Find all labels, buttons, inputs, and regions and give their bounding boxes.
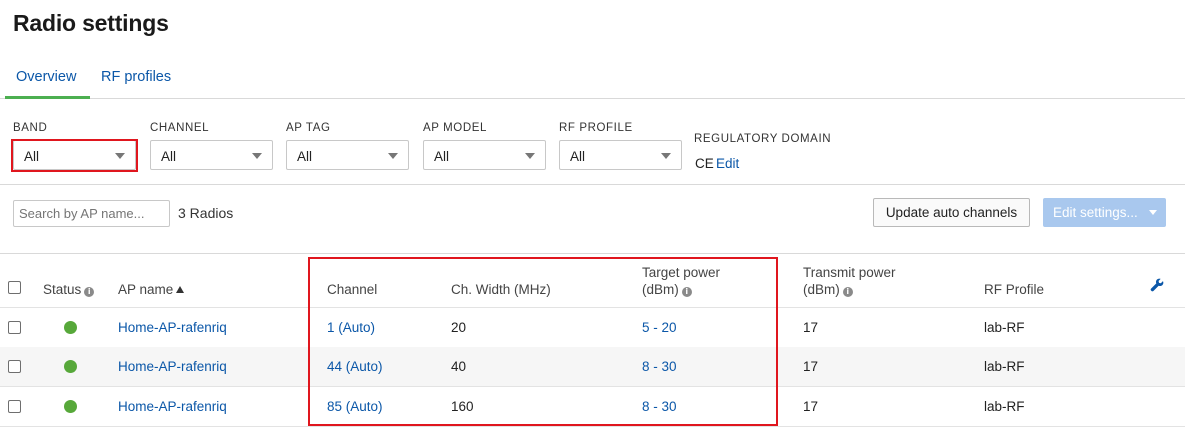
page-title: Radio settings — [13, 10, 169, 36]
ap-name-link[interactable]: Home-AP-rafenriq — [118, 359, 227, 374]
column-header-target-power-label: Target power — [642, 265, 721, 280]
table-top-divider — [0, 253, 1185, 254]
channel-filter-label: CHANNEL — [150, 122, 210, 134]
band-filter-label: BAND — [13, 122, 48, 134]
radio-count: 3 Radios — [178, 205, 234, 221]
transmit-power-value: 17 — [803, 359, 819, 374]
ap-name-link[interactable]: Home-AP-rafenriq — [118, 399, 227, 414]
chevron-down-icon — [1149, 210, 1157, 215]
channel-select-value: All — [161, 149, 177, 164]
update-auto-channels-button[interactable]: Update auto channels — [873, 198, 1030, 227]
column-header-rf-profile[interactable]: RF Profile — [984, 281, 1044, 298]
channel-link[interactable]: 44 (Auto) — [327, 359, 383, 374]
column-header-channel-width[interactable]: Ch. Width (MHz) — [451, 281, 551, 298]
tab-overview[interactable]: Overview — [16, 69, 76, 85]
band-select-value: All — [24, 149, 40, 164]
chevron-down-icon — [661, 153, 671, 159]
edit-settings-button[interactable]: Edit settings... — [1043, 198, 1166, 227]
rf-profile-value: lab-RF — [984, 399, 1025, 414]
channel-width-value: 160 — [451, 399, 474, 414]
target-power-link[interactable]: 8 - 30 — [642, 399, 677, 414]
row-checkbox[interactable] — [8, 321, 21, 334]
ap-tag-select-value: All — [297, 149, 313, 164]
band-select[interactable]: All — [13, 140, 136, 170]
column-header-target-power[interactable]: Target power (dBm) i — [642, 264, 720, 298]
regulatory-domain-edit-link[interactable]: Edit — [716, 156, 739, 171]
tab-bar: Overview RF profiles — [0, 60, 1185, 99]
column-header-transmit-power-unit: (dBm) — [803, 282, 840, 297]
regulatory-domain-value: CE — [695, 156, 714, 171]
ap-tag-filter-label: AP TAG — [286, 122, 331, 134]
transmit-power-value: 17 — [803, 320, 819, 335]
wrench-icon[interactable] — [1150, 278, 1164, 292]
search-input[interactable] — [13, 200, 170, 227]
channel-link[interactable]: 1 (Auto) — [327, 320, 375, 335]
active-tab-indicator — [5, 96, 90, 99]
chevron-down-icon — [252, 153, 262, 159]
chevron-down-icon — [388, 153, 398, 159]
chevron-down-icon — [115, 153, 125, 159]
column-header-target-power-unit: (dBm) — [642, 282, 679, 297]
row-checkbox[interactable] — [8, 400, 21, 413]
target-power-link[interactable]: 8 - 30 — [642, 359, 677, 374]
column-header-ap-name[interactable]: AP name — [118, 281, 185, 298]
row-divider — [0, 426, 1185, 427]
column-header-ap-name-label: AP name — [118, 282, 174, 297]
rf-profile-value: lab-RF — [984, 320, 1025, 335]
ap-model-select[interactable]: All — [423, 140, 546, 170]
rf-profile-select[interactable]: All — [559, 140, 682, 170]
ap-model-filter-label: AP MODEL — [423, 122, 488, 134]
column-header-transmit-power[interactable]: Transmit power (dBm) i — [803, 264, 896, 298]
rf-profile-select-value: All — [570, 149, 586, 164]
status-online-icon — [64, 400, 77, 413]
sort-ascending-icon — [176, 286, 185, 293]
status-online-icon — [64, 360, 77, 373]
channel-width-value: 40 — [451, 359, 467, 374]
select-all-checkbox[interactable] — [8, 281, 21, 294]
column-header-status[interactable]: Status i — [43, 281, 95, 298]
tab-rf-profiles[interactable]: RF profiles — [101, 69, 171, 85]
rf-profile-filter-label: RF PROFILE — [559, 122, 633, 134]
ap-tag-select[interactable]: All — [286, 140, 409, 170]
info-icon[interactable]: i — [84, 287, 95, 297]
target-power-link[interactable]: 5 - 20 — [642, 320, 677, 335]
transmit-power-value: 17 — [803, 399, 819, 414]
column-header-status-label: Status — [43, 282, 82, 297]
ap-name-link[interactable]: Home-AP-rafenriq — [118, 320, 227, 335]
channel-width-value: 20 — [451, 320, 467, 335]
filter-divider — [0, 184, 1185, 185]
status-online-icon — [64, 321, 77, 334]
rf-profile-value: lab-RF — [984, 359, 1025, 374]
ap-model-select-value: All — [434, 149, 450, 164]
channel-link[interactable]: 85 (Auto) — [327, 399, 383, 414]
info-icon[interactable]: i — [842, 287, 853, 297]
edit-settings-label: Edit settings... — [1053, 205, 1138, 220]
regulatory-domain-label: REGULATORY DOMAIN — [694, 133, 832, 145]
column-header-transmit-power-label: Transmit power — [803, 265, 896, 280]
column-header-channel[interactable]: Channel — [327, 281, 377, 298]
info-icon[interactable]: i — [681, 287, 692, 297]
row-checkbox[interactable] — [8, 360, 21, 373]
chevron-down-icon — [525, 153, 535, 159]
channel-select[interactable]: All — [150, 140, 273, 170]
